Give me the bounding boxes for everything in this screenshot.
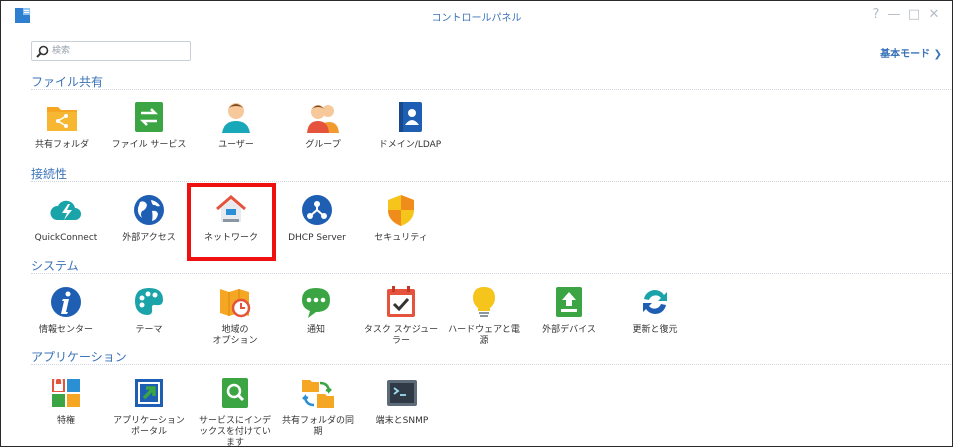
item-security[interactable]: セキュリティ: [357, 192, 445, 244]
regional-options-icon: [220, 289, 251, 318]
item-label: アプリケーション ポータル: [113, 416, 185, 437]
item-shared-folder-sync[interactable]: 共有フォルダの同 期: [274, 375, 362, 438]
title-bar: コントロールパネル ? — □ ✕: [1, 1, 952, 31]
item-label: 更新と復元: [632, 325, 678, 335]
hardware-power-icon: [473, 287, 495, 317]
item-label: ファイル サービス: [111, 140, 187, 150]
item-label: QuickConnect: [34, 233, 98, 243]
basic-mode-link[interactable]: 基本モード ❯: [880, 45, 942, 60]
item-label: ドメイン/LDAP: [378, 140, 442, 150]
item-label: 情報センター: [38, 325, 93, 335]
item-label: 外部アクセス: [122, 233, 176, 243]
user-icon: [222, 103, 250, 133]
search-box[interactable]: [31, 41, 191, 61]
domain-ldap-icon: [399, 102, 422, 132]
item-label: 共有フォルダ: [34, 140, 89, 150]
item-external-devices[interactable]: 外部デバイス: [525, 284, 613, 336]
section-divider: [31, 364, 951, 365]
item-hardware-power[interactable]: ハードウェアと電 源: [440, 284, 528, 347]
item-label: テーマ: [135, 325, 163, 335]
close-button[interactable]: ✕: [926, 6, 942, 24]
security-icon: [388, 195, 414, 226]
item-label: 通知: [306, 325, 325, 335]
item-label: 地域の オプション: [212, 325, 258, 346]
item-label: 特権: [56, 416, 75, 426]
notification-icon: [302, 288, 330, 318]
external-devices-icon: [556, 287, 582, 317]
quickconnect-icon: [50, 200, 81, 220]
help-button[interactable]: ?: [868, 6, 884, 24]
section-divider: [31, 273, 951, 274]
external-access-icon: [134, 195, 164, 225]
info-center-icon: [51, 287, 81, 317]
item-label: 外部デバイス: [542, 325, 596, 335]
privileges-icon: [52, 376, 80, 407]
item-domain-ldap[interactable]: ドメイン/LDAP: [366, 99, 454, 151]
item-label: サービスにインデ ックスを付けてい ます: [198, 416, 271, 447]
section-divider: [31, 89, 951, 90]
application-portal-icon: [135, 379, 163, 407]
group-icon: [307, 105, 339, 133]
section-divider: [31, 181, 951, 182]
item-theme[interactable]: テーマ: [105, 284, 193, 336]
item-label: DHCP Server: [288, 233, 346, 243]
search-icon: [36, 45, 49, 58]
control-panel-window: コントロールパネル ? — □ ✕ 基本モード ❯ ファイル共有 共有フォルダ …: [0, 0, 953, 447]
item-label: ユーザー: [218, 140, 254, 150]
item-user[interactable]: ユーザー: [192, 99, 280, 151]
item-file-services[interactable]: ファイル サービス: [105, 99, 193, 151]
window-title: コントロールパネル: [431, 13, 522, 24]
shared-folder-icon: [47, 107, 77, 131]
section-title-file-sharing: ファイル共有: [31, 75, 104, 89]
task-scheduler-icon: [387, 286, 415, 317]
minimize-button[interactable]: —: [886, 6, 902, 24]
item-group[interactable]: グループ: [279, 99, 367, 151]
theme-icon: [135, 288, 163, 315]
search-input[interactable]: [52, 44, 182, 58]
item-update-restore[interactable]: 更新と復元: [611, 284, 699, 336]
item-quickconnect[interactable]: QuickConnect: [22, 192, 110, 244]
item-privileges[interactable]: 特権: [22, 375, 110, 427]
item-label: ハードウェアと電 源: [448, 325, 520, 346]
item-info-center[interactable]: 情報センター: [22, 284, 110, 336]
update-restore-icon: [643, 290, 667, 314]
item-label: セキュリティ: [374, 233, 428, 243]
item-shared-folder[interactable]: 共有フォルダ: [18, 99, 106, 151]
indexing-service-icon: [222, 378, 248, 408]
item-label: 共有フォルダの同 期: [281, 416, 354, 437]
item-indexing-service[interactable]: サービスにインデ ックスを付けてい ます: [191, 375, 279, 447]
item-label: グループ: [305, 140, 341, 150]
file-services-icon: [135, 102, 163, 132]
maximize-button[interactable]: □: [906, 6, 922, 24]
item-notification[interactable]: 通知: [272, 284, 360, 336]
item-regional-options[interactable]: 地域の オプション: [191, 284, 279, 347]
item-label: タスク スケジュー ラー: [363, 325, 439, 346]
network-highlight-box: [187, 183, 276, 261]
section-title-connectivity: 接続性: [31, 167, 68, 181]
section-title-applications: アプリケーション: [31, 350, 127, 364]
item-application-portal[interactable]: アプリケーション ポータル: [105, 375, 193, 438]
item-external-access[interactable]: 外部アクセス: [105, 192, 193, 244]
terminal-snmp-icon: [387, 380, 417, 406]
dhcp-server-icon: [302, 195, 332, 225]
item-label: 端末とSNMP: [375, 416, 429, 426]
item-task-scheduler[interactable]: タスク スケジュー ラー: [357, 284, 445, 347]
shared-folder-sync-icon: [302, 380, 334, 408]
section-title-system: システム: [31, 259, 79, 273]
item-terminal-snmp[interactable]: 端末とSNMP: [358, 375, 446, 427]
item-dhcp-server[interactable]: DHCP Server: [273, 192, 361, 244]
